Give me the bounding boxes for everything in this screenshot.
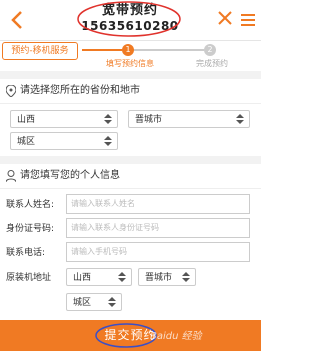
close-icon[interactable] [217, 10, 233, 26]
province-select[interactable]: 山西 [10, 110, 118, 128]
phone-label: 联系电话: [6, 248, 46, 258]
annotation-circle [95, 323, 157, 348]
watermark: Baidu 经验 [150, 331, 202, 342]
city-value: 晋城市 [135, 115, 163, 125]
address-label: 原装机地址 [6, 273, 52, 283]
annotation-circle [77, 1, 181, 37]
divider-band [0, 156, 261, 164]
address-city-value: 晋城市 [145, 273, 173, 283]
progress-line-pending [134, 49, 204, 51]
address-province-value: 山西 [73, 273, 92, 283]
contact-name-input[interactable]: 请输入联系人姓名 [66, 194, 250, 214]
district-value: 城区 [17, 137, 36, 147]
user-icon [6, 170, 16, 182]
menu-icon[interactable] [241, 14, 255, 26]
dropdown-arrows-icon [104, 114, 112, 124]
phone-input[interactable]: 请输入手机号码 [66, 242, 250, 262]
address-district-value: 城区 [73, 298, 92, 308]
progress-line-done [82, 49, 122, 51]
address-district-select[interactable]: 城区 [66, 293, 122, 311]
address-city-select[interactable]: 晋城市 [138, 268, 196, 286]
district-select[interactable]: 城区 [10, 132, 118, 150]
step-1-label: 填写预约信息 [106, 59, 154, 68]
contact-name-label: 联系人姓名: [6, 200, 55, 210]
service-badge: 预约-移机服务 [2, 42, 78, 60]
divider-band [0, 71, 261, 79]
id-number-label: 身份证号码: [6, 224, 55, 234]
id-number-input[interactable]: 请输入联系人身份证号码 [66, 218, 250, 238]
city-select[interactable]: 晋城市 [128, 110, 250, 128]
personal-heading: 请您填写您的个人信息 [20, 170, 120, 181]
province-value: 山西 [17, 115, 36, 125]
step-1-dot: 1 [122, 44, 134, 56]
back-chevron-icon[interactable] [8, 9, 28, 31]
step-2-dot: 2 [204, 44, 216, 56]
dropdown-arrows-icon [108, 297, 116, 307]
dropdown-arrows-icon [236, 114, 244, 124]
dropdown-arrows-icon [118, 272, 126, 282]
dropdown-arrows-icon [104, 136, 112, 146]
step-2-label: 完成预约 [196, 59, 228, 68]
address-province-select[interactable]: 山西 [66, 268, 132, 286]
location-pin-icon [6, 85, 16, 97]
region-heading: 请选择您所在的省份和地市 [20, 85, 140, 96]
dropdown-arrows-icon [182, 272, 190, 282]
